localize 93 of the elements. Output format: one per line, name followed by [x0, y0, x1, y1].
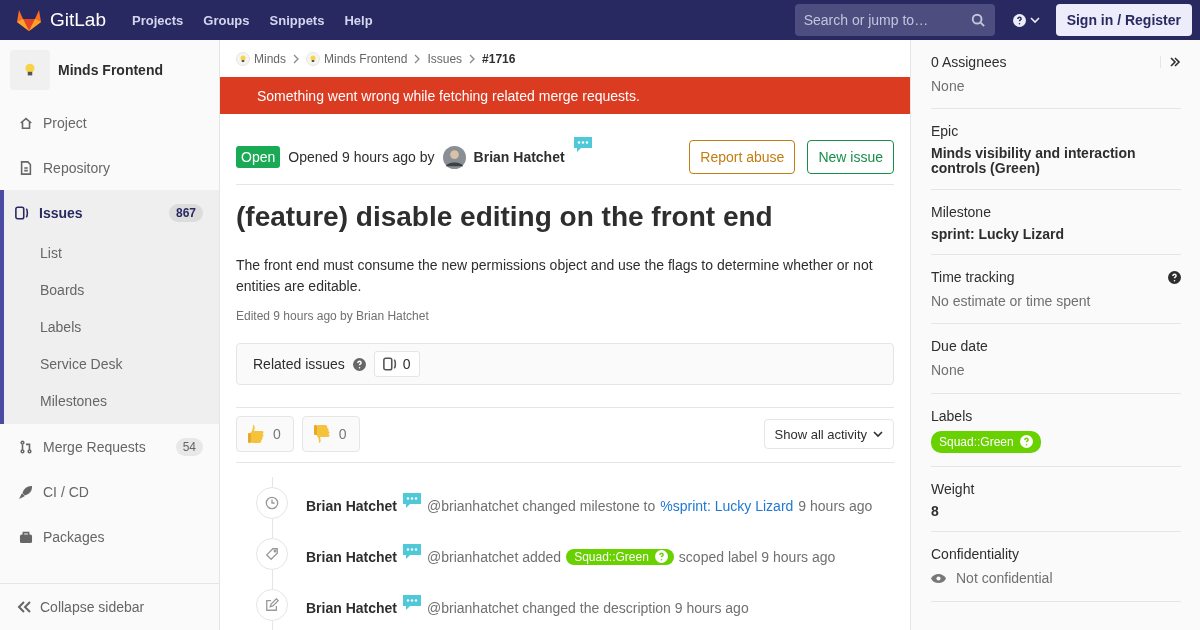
- speech-bubble-icon: [402, 491, 423, 510]
- chevron-right-icon: [292, 53, 300, 64]
- section-title: Labels: [931, 407, 973, 424]
- activity-text: scoped label 9 hours ago: [678, 548, 836, 565]
- issue-title: (feature) disable editing on the front end: [236, 201, 774, 233]
- sidebar-subitem[interactable]: Milestones: [4, 383, 219, 420]
- reaction-button[interactable]: 0: [236, 416, 294, 452]
- breadcrumb-link[interactable]: Issues: [427, 51, 463, 66]
- section-value: 8: [931, 503, 940, 519]
- chevron-right-icon: [413, 53, 422, 64]
- section-title: 0 Assignees: [931, 54, 1007, 70]
- help-icon[interactable]: [1012, 13, 1026, 27]
- sidebar-item[interactable]: CI / CD: [4, 469, 219, 514]
- double-chevron-left-icon: [16, 600, 32, 614]
- issues-icon: [15, 205, 29, 220]
- tag-icon: [265, 546, 279, 561]
- collapse-panel-button[interactable]: [1160, 56, 1181, 68]
- section-value: None: [931, 361, 966, 380]
- avatar-icon[interactable]: [442, 145, 466, 169]
- activity-filter-dropdown[interactable]: Show all activity: [763, 419, 894, 449]
- activity-text: @brianhatchet added: [427, 548, 562, 565]
- activity-text: @brianhatchet changed milestone to: [427, 497, 656, 514]
- nav-link[interactable]: Help: [344, 12, 373, 28]
- section-title: Time tracking: [931, 269, 1015, 286]
- clock-icon: [265, 495, 279, 510]
- search-icon: [970, 13, 985, 27]
- edited-note: Edited 9 hours ago by Brian Hatchet: [236, 309, 430, 323]
- sidebar-subitem[interactable]: Labels: [4, 309, 219, 346]
- sidebar-item[interactable]: Packages: [4, 514, 219, 559]
- nav-link[interactable]: Snippets: [269, 12, 325, 28]
- status-badge: Open: [236, 146, 281, 168]
- project-name[interactable]: Minds Frontend: [58, 62, 163, 78]
- breadcrumb-link[interactable]: Minds Frontend: [324, 51, 408, 66]
- author-link[interactable]: Brian Hatchet: [306, 548, 398, 565]
- author-link[interactable]: Brian Hatchet: [473, 149, 565, 165]
- nav-link[interactable]: Projects: [132, 12, 184, 28]
- help-menu-button[interactable]: [1010, 11, 1042, 29]
- section-value: Not confidential: [956, 569, 1053, 588]
- section-title: Confidentiality: [931, 546, 1019, 563]
- activity-text: @brianhatchet changed the description 9 hours ago: [427, 599, 749, 616]
- sidebar-item[interactable]: Repository: [4, 145, 219, 190]
- reaction-button[interactable]: 0: [301, 416, 360, 452]
- caret-icon: [873, 430, 883, 438]
- eye-icon: [931, 572, 946, 584]
- edit-icon: [265, 597, 279, 612]
- sidebar-item[interactable]: Issues 867: [4, 190, 219, 235]
- nav-link[interactable]: Groups: [203, 12, 250, 28]
- fox-logo-icon[interactable]: [16, 8, 42, 32]
- related-issues-label: Related issues: [253, 356, 345, 372]
- issue-description: The front end must consume the new permissions object and use the flags to determine whether or not entities are editable.: [236, 256, 874, 296]
- caret-icon: [1029, 16, 1040, 24]
- opened-text: Opened 9 hours ago by: [288, 149, 435, 165]
- speech-bubble-icon: [402, 593, 423, 612]
- section-title: Epic: [931, 123, 959, 140]
- sidebar-item[interactable]: Merge Requests 54: [4, 424, 219, 469]
- sign-in-button[interactable]: Sign in / Register: [1055, 4, 1192, 36]
- speech-bubble-icon: [402, 542, 423, 561]
- home-icon: [19, 115, 33, 130]
- breadcrumb-link[interactable]: #1716: [482, 51, 516, 66]
- section-title: Milestone: [931, 203, 991, 220]
- package-icon: [19, 529, 33, 544]
- chevron-right-icon: [468, 53, 477, 64]
- sidebar-subitem[interactable]: List: [4, 235, 219, 272]
- section-value: No estimate or time spent: [931, 292, 1092, 311]
- sidebar-subitem[interactable]: Boards: [4, 272, 219, 309]
- alert-message: Something went wrong while fetching related merge requests.: [257, 87, 640, 104]
- section-value: Minds visibility and interaction controls (Green): [931, 146, 1137, 176]
- section-title: Due date: [931, 338, 988, 355]
- sidebar-subitem[interactable]: Service Desk: [4, 346, 219, 383]
- breadcrumb-link[interactable]: Minds: [254, 51, 286, 66]
- milestone-link[interactable]: %sprint: Lucky Lizard: [660, 497, 794, 514]
- count-badge: 54: [175, 437, 203, 456]
- section-value: sprint: Lucky Lizard: [931, 226, 1066, 242]
- speech-bubble-icon: [572, 136, 593, 154]
- new-issue-button[interactable]: New issue: [807, 140, 894, 174]
- merge-request-icon: [19, 439, 33, 454]
- search-field[interactable]: Search or jump to…: [794, 4, 995, 36]
- document-icon: [19, 160, 33, 175]
- report-abuse-button[interactable]: Report abuse: [689, 140, 796, 174]
- section-title: Weight: [931, 480, 975, 497]
- double-chevron-right-icon: [1169, 56, 1181, 68]
- section-value: None: [931, 77, 966, 96]
- activity-text: 9 hours ago: [798, 497, 873, 514]
- thumbs-down-icon: [312, 424, 331, 444]
- author-link[interactable]: Brian Hatchet: [306, 599, 398, 616]
- issues-icon: [382, 357, 397, 371]
- author-link[interactable]: Brian Hatchet: [306, 497, 398, 514]
- thumbs-up-icon: [247, 424, 265, 444]
- sidebar-item[interactable]: Project: [4, 100, 219, 145]
- count-badge: 867: [168, 203, 203, 222]
- help-icon[interactable]: [1168, 270, 1181, 284]
- brand-name[interactable]: GitLab: [50, 9, 106, 31]
- related-issues-count[interactable]: 0: [373, 351, 420, 377]
